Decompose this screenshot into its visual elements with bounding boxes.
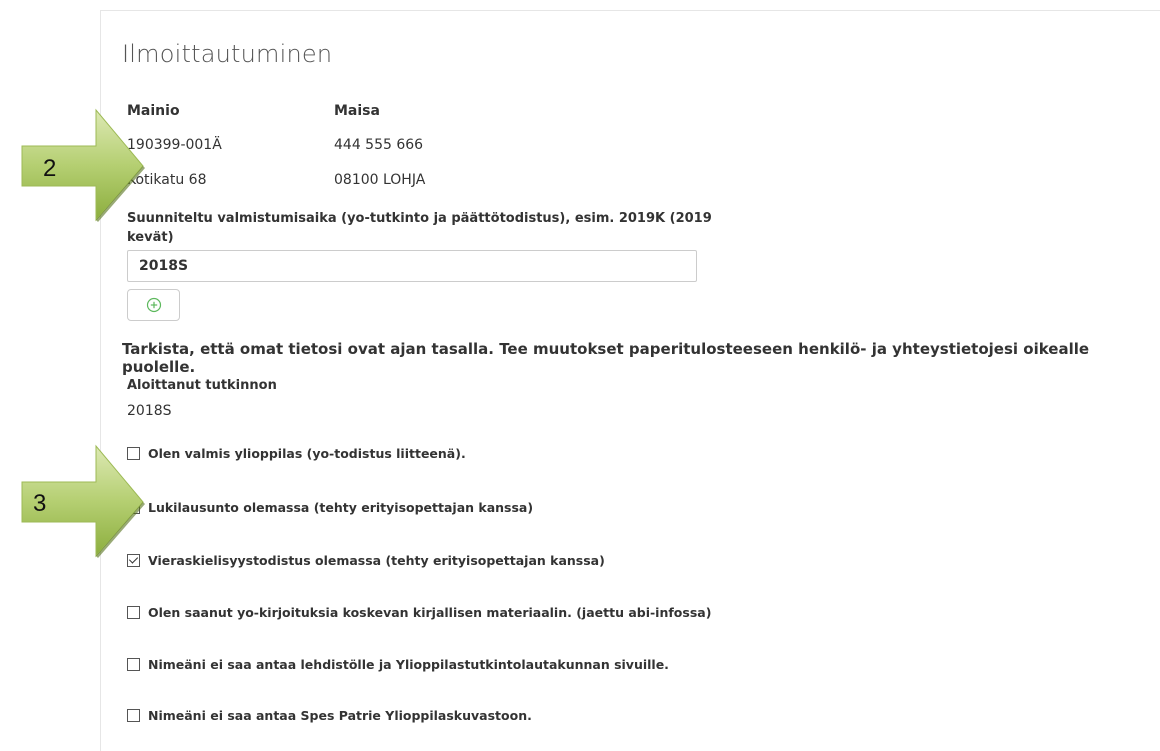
checkbox[interactable] (127, 709, 140, 722)
checkbox-row[interactable]: Vieraskielisyystodistus olemassa (tehty … (127, 553, 605, 568)
phone: 444 555 666 (334, 137, 424, 153)
page-title: Ilmoittautuminen (122, 40, 333, 68)
checkbox-row[interactable]: Nimeäni ei saa antaa Spes Patrie Ylioppi… (127, 708, 532, 723)
add-button[interactable] (127, 289, 180, 321)
checkbox-row[interactable]: Lukilausunto olemassa (tehty erityisopet… (127, 500, 533, 515)
callout-number-2: 2 (43, 155, 57, 182)
checkbox-row[interactable]: Olen valmis ylioppilas (yo-todistus liit… (127, 446, 466, 461)
checkbox-label: Vieraskielisyystodistus olemassa (tehty … (148, 553, 605, 568)
started-label: Aloittanut tutkinnon (127, 378, 277, 393)
checkbox-label: Nimeäni ei saa antaa lehdistölle ja Ylio… (148, 657, 669, 672)
checkbox[interactable] (127, 658, 140, 671)
postal-address: 08100 LOHJA (334, 172, 426, 188)
plus-circle-icon (146, 297, 161, 313)
first-name: Maisa (334, 103, 380, 119)
checkbox[interactable] (127, 606, 140, 619)
callout-arrow-2 (21, 108, 145, 222)
started-value: 2018S (127, 403, 172, 419)
checkbox-row[interactable]: Nimeäni ei saa antaa lehdistölle ja Ylio… (127, 657, 669, 672)
callout-number-3: 3 (33, 490, 47, 517)
graduation-input[interactable]: 2018S (127, 250, 697, 282)
checkbox-label: Olen saanut yo-kirjoituksia koskevan kir… (148, 605, 712, 620)
checkbox-row[interactable]: Olen saanut yo-kirjoituksia koskevan kir… (127, 605, 711, 620)
checkbox-label: Lukilausunto olemassa (tehty erityisopet… (148, 500, 534, 515)
graduation-label-line1: Suunniteltu valmistumisaika (yo-tutkinto… (127, 211, 712, 226)
checkbox-label: Nimeäni ei saa antaa Spes Patrie Ylioppi… (148, 708, 532, 723)
notice-text: Tarkista, että omat tietosi ovat ajan ta… (122, 340, 1090, 376)
checkbox-label: Olen valmis ylioppilas (yo-todistus liit… (148, 446, 466, 461)
graduation-label-line2: kevät) (127, 230, 174, 245)
